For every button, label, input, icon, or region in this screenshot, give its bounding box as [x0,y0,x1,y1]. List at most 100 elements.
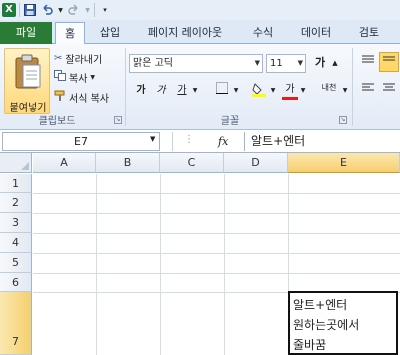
underline-button[interactable]: 가 [175,82,189,100]
gridline [224,174,225,355]
grow-font-arrow-icon: ▲ [332,59,338,67]
chevron-down-icon[interactable]: ▼ [255,55,260,72]
insert-function-button[interactable]: fx [218,130,228,153]
clipboard-group-label: 클립보드 [38,116,76,127]
font-size-select[interactable]: 11 ▼ [266,54,306,73]
paste-button[interactable]: 붙여넣기 [4,48,50,114]
row-header-1[interactable]: 1 [0,174,32,193]
cut-button[interactable]: ✂ 잘라내기 [54,49,102,67]
tab-formulas[interactable]: 수식 [246,22,280,44]
tab-insert[interactable]: 삽입 [92,22,128,44]
gridline [33,273,400,274]
formula-bar: E7 ▼ ⋮ fx 알트+엔터 [0,130,400,153]
tab-file[interactable]: 파일 [0,22,52,44]
format-painter-label: 서식 복사 [69,93,109,105]
active-cell-e7[interactable]: 알트+엔터 원하는곳에서 줄바꿈 [288,291,398,355]
column-header-d[interactable]: D [224,153,288,173]
chevron-down-icon[interactable]: ▼ [84,3,91,17]
formula-bar-grip-icon: ⋮ [184,134,194,145]
chevron-down-icon[interactable]: ▼ [90,74,95,81]
phonetic-guide-button[interactable]: 내천 [318,82,340,100]
italic-button[interactable]: 가 [154,82,168,100]
align-center-button[interactable] [381,82,397,100]
redo-icon[interactable] [67,3,81,17]
font-group-label: 글꼴 [220,116,240,127]
row-header-6[interactable]: 6 [0,273,32,292]
worksheet-grid: A B C D E 1 2 3 4 5 6 7 알트+엔터 원하는곳에서 줄바꿈 [0,153,400,355]
divider [125,48,126,126]
save-icon[interactable] [23,3,37,17]
align-left-icon [362,83,374,91]
chevron-down-icon[interactable]: ▼ [341,82,349,100]
cell-text-line: 줄바꿈 [293,338,327,352]
format-painter-button[interactable]: 서식 복사 [54,88,109,106]
scissors-icon: ✂ [54,52,63,64]
font-name-select[interactable]: 맑은 고딕 ▼ [129,54,263,73]
grow-font-label: 가 [314,56,326,69]
gridline [96,174,97,355]
gridline [33,253,400,254]
tab-page-layout[interactable]: 페이지 레이아웃 [135,22,235,44]
customize-toolbar-icon[interactable]: ▾ [98,3,112,17]
select-all-icon [21,162,29,170]
row-header-5[interactable]: 5 [0,253,32,273]
row-header-7[interactable]: 7 [0,292,32,355]
gridline [160,174,161,355]
gridline [33,213,400,214]
chevron-down-icon[interactable]: ▼ [298,55,303,72]
select-all-button[interactable] [0,153,32,173]
align-middle-icon [383,56,395,61]
align-top-icon [362,55,374,63]
align-left-button[interactable] [360,82,376,100]
copy-icon [54,70,66,84]
divider [19,3,20,17]
row-header-3[interactable]: 3 [0,213,32,233]
font-size-value: 11 [270,58,283,69]
font-dialog-launcher-icon[interactable]: ↘ [339,116,347,124]
column-header-b[interactable]: B [96,153,160,173]
tab-home[interactable]: 홈 [55,22,85,45]
borders-icon [216,82,228,94]
brush-icon [54,90,66,105]
copy-button[interactable]: 복사 ▼ [54,68,95,86]
clipboard-dialog-launcher-icon[interactable]: ↘ [114,116,122,124]
copy-label: 복사 [69,73,88,85]
chevron-down-icon[interactable]: ▼ [150,135,155,143]
font-name-value: 맑은 고딕 [133,58,173,69]
row-header-4[interactable]: 4 [0,233,32,253]
column-header-e[interactable]: E [288,153,400,173]
divider [352,48,353,126]
tab-data[interactable]: 데이터 [294,22,338,44]
ribbon-tabs: 파일 홈 삽입 페이지 레이아웃 수식 데이터 검토 [0,20,400,45]
fill-color-button[interactable] [250,82,268,100]
excel-logo-icon[interactable]: X [2,3,16,17]
chevron-down-icon[interactable]: ▼ [269,82,277,100]
bold-button[interactable]: 가 [134,82,148,100]
formula-input[interactable]: 알트+엔터 [244,132,400,151]
gridline [33,193,400,194]
divider [172,132,173,151]
ribbon: 붙여넣기 ✂ 잘라내기 복사 ▼ 서식 복사 클립보드 ↘ 맑은 고딕 ▼ 11… [0,44,400,130]
gridline [33,233,400,234]
clipboard-icon [15,54,41,89]
cell-text-line: 알트+엔터 [293,298,348,312]
undo-icon[interactable] [40,3,54,17]
chevron-down-icon[interactable]: ▼ [191,82,199,100]
align-top-button[interactable] [360,54,376,72]
divider [94,3,95,17]
cut-label: 잘라내기 [65,54,103,66]
align-middle-button[interactable] [379,52,399,72]
borders-button[interactable] [214,82,230,100]
font-color-button[interactable]: 가 [282,82,298,100]
chevron-down-icon[interactable]: ▼ [232,82,240,100]
tab-review[interactable]: 검토 [352,22,386,44]
chevron-down-icon[interactable]: ▼ [57,3,64,17]
row-header-2[interactable]: 2 [0,193,32,213]
column-header-c[interactable]: C [160,153,224,173]
align-center-icon [383,83,395,91]
chevron-down-icon[interactable]: ▼ [299,82,307,100]
paint-bucket-icon [252,83,266,97]
column-header-a[interactable]: A [33,153,96,173]
grow-font-button[interactable]: 가 [312,54,328,72]
name-box[interactable]: E7 [2,132,160,151]
